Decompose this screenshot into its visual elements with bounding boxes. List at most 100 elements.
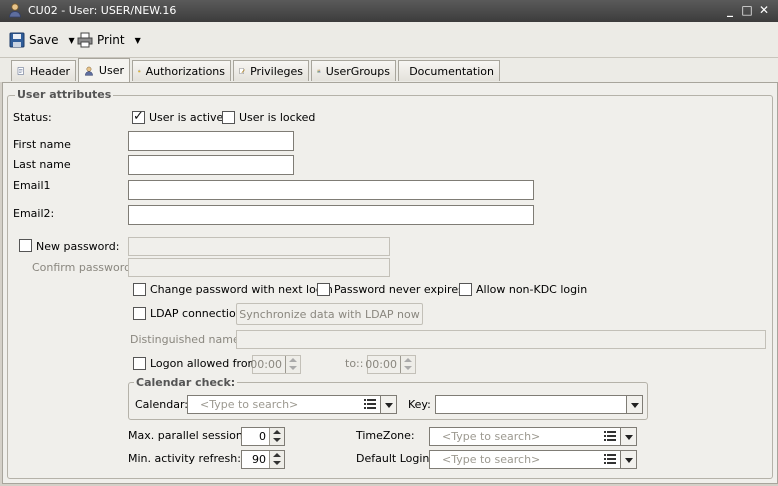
user-is-active-label: User is active (149, 111, 224, 124)
new-password-label: New password: (36, 240, 120, 253)
spin-arrows-icon[interactable] (269, 451, 284, 468)
new-password-field[interactable] (128, 237, 390, 256)
tab-privileges[interactable]: Privileges (233, 60, 309, 81)
edit-document-icon (239, 68, 245, 74)
save-button[interactable]: Save ▼ (9, 30, 75, 50)
password-never-expires-label: Password never expires (334, 283, 464, 296)
minimize-button[interactable]: _ (723, 3, 737, 17)
email1-field[interactable] (128, 180, 534, 200)
tab-label: Privileges (250, 64, 303, 78)
list-icon[interactable] (604, 454, 616, 465)
timezone-combo[interactable]: <Type to search> (429, 427, 637, 446)
key-combo[interactable] (435, 395, 643, 414)
user-is-locked-checkbox[interactable] (222, 111, 235, 124)
email2-label: Email2: (13, 207, 55, 220)
print-label: Print (97, 33, 125, 47)
min-refresh-label: Min. activity refresh: (128, 452, 241, 465)
print-button[interactable]: Print ▼ (77, 30, 141, 50)
max-sessions-label: Max. parallel sessions: (128, 429, 253, 442)
user-icon (84, 66, 93, 76)
allow-non-kdc-checkbox[interactable] (459, 283, 472, 296)
email1-label: Email1 (13, 179, 51, 192)
change-password-checkbox[interactable] (133, 283, 146, 296)
window-title: CU02 - User: USER/NEW.16 (28, 4, 177, 17)
logon-from-stepper[interactable]: 00:00 (250, 355, 301, 374)
user-attributes-legend: User attributes (15, 88, 114, 101)
logon-from-value: 00:00 (250, 358, 282, 371)
confirm-password-label: Confirm password: (32, 261, 135, 274)
key-label: Key: (408, 398, 431, 411)
list-icon[interactable] (364, 399, 376, 410)
tab-usergroups[interactable]: UserGroups (311, 60, 396, 81)
maximize-button[interactable]: □ (740, 3, 754, 17)
logon-allowed-checkbox[interactable] (133, 357, 146, 370)
user-is-active-checkbox[interactable] (132, 109, 145, 124)
calendar-check-legend: Calendar check: (134, 376, 238, 389)
min-refresh-stepper[interactable]: 90 (241, 450, 285, 469)
email2-field[interactable] (128, 205, 534, 225)
first-name-label: First name (13, 138, 71, 151)
max-sessions-value: 0 (259, 430, 266, 443)
default-login-combo[interactable]: <Type to search> (429, 450, 637, 469)
spin-arrows-icon[interactable] (400, 356, 415, 373)
chevron-down-icon[interactable] (620, 451, 636, 468)
toolbar: Save ▼ Print ▼ (0, 22, 778, 58)
calendar-label: Calendar: (135, 398, 188, 411)
calendar-combo[interactable]: <Type to search> (187, 395, 397, 414)
logon-allowed-label: Logon allowed from: (150, 357, 262, 370)
chevron-down-icon[interactable]: ▼ (68, 36, 74, 45)
printer-icon (77, 32, 93, 48)
user-tab-panel: User attributes Status: User is active U… (2, 82, 778, 484)
floppy-disk-icon (9, 32, 25, 48)
last-name-field[interactable] (128, 155, 294, 175)
timezone-placeholder: <Type to search> (442, 430, 541, 443)
tab-label: Documentation (409, 64, 494, 78)
tab-documentation[interactable]: Documentation (398, 60, 500, 81)
new-password-checkbox[interactable] (19, 239, 32, 252)
tab-user[interactable]: User (78, 58, 130, 82)
user-is-locked-label: User is locked (239, 111, 316, 124)
title-bar: CU02 - User: USER/NEW.16 _ □ ✕ (0, 0, 778, 22)
tab-label: UserGroups (325, 64, 390, 78)
tab-bar: Header User Authorizations Privileges Us… (0, 58, 778, 82)
save-label: Save (29, 33, 59, 47)
spin-arrows-icon[interactable] (285, 356, 300, 373)
tab-label: Header (29, 64, 70, 78)
timezone-label: TimeZone: (356, 429, 415, 442)
default-login-placeholder: <Type to search> (442, 453, 541, 466)
to-label: to:: (345, 357, 364, 370)
change-password-label: Change password with next login (150, 283, 333, 296)
last-name-label: Last name (13, 158, 71, 171)
max-sessions-stepper[interactable]: 0 (241, 427, 285, 446)
user-icon (9, 3, 21, 18)
calendar-placeholder: <Type to search> (200, 398, 299, 411)
sync-ldap-button[interactable]: Synchronize data with LDAP now (236, 303, 423, 325)
tab-label: Authorizations (145, 64, 225, 78)
password-never-expires-checkbox[interactable] (317, 283, 330, 296)
tab-header[interactable]: Header (11, 60, 76, 81)
chevron-down-icon[interactable] (620, 428, 636, 445)
logon-to-stepper[interactable]: 00:00 (365, 355, 416, 374)
min-refresh-value: 90 (252, 453, 266, 466)
allow-non-kdc-label: Allow non-KDC login (476, 283, 588, 296)
close-button[interactable]: ✕ (757, 3, 771, 17)
logon-to-value: 00:00 (365, 358, 397, 371)
list-icon[interactable] (604, 431, 616, 442)
ldap-connection-label: LDAP connection (150, 307, 243, 320)
distinguished-name-field[interactable] (236, 330, 766, 349)
spin-arrows-icon[interactable] (269, 428, 284, 445)
chevron-down-icon[interactable]: ▼ (135, 36, 141, 45)
user-group-icon (317, 69, 321, 73)
document-icon (17, 67, 24, 75)
status-label: Status: (13, 111, 52, 124)
tab-authorizations[interactable]: Authorizations (132, 60, 231, 81)
default-login-label: Default Login: (356, 452, 434, 465)
first-name-field[interactable] (128, 131, 294, 151)
ldap-connection-checkbox[interactable] (133, 307, 146, 320)
lock-icon (138, 69, 141, 73)
distinguished-name-label: Distinguished name: (130, 333, 244, 346)
chevron-down-icon[interactable] (626, 396, 642, 413)
chevron-down-icon[interactable] (380, 396, 396, 413)
confirm-password-field[interactable] (128, 258, 390, 277)
tab-label: User (98, 64, 124, 77)
